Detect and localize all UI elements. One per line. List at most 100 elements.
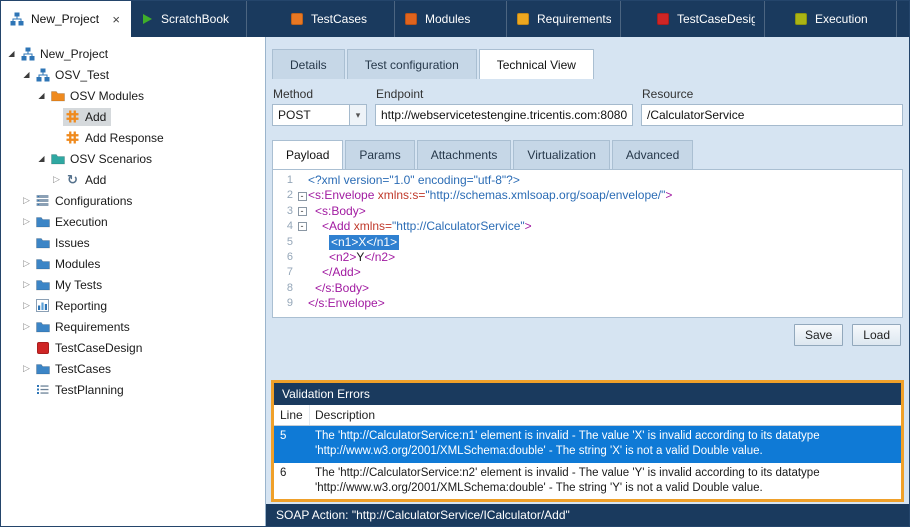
tab-label: ScratchBook [161, 12, 229, 26]
tree-item-requirements[interactable]: ▷ Requirements [1, 316, 265, 337]
tab-technical-view[interactable]: Technical View [479, 49, 594, 79]
tree-item-testcases[interactable]: ▷ TestCases [1, 358, 265, 379]
tree-expander-icon[interactable]: ◢ [35, 91, 48, 100]
tab-payload[interactable]: Payload [272, 140, 343, 169]
tree-expander-icon[interactable]: ▷ [20, 363, 33, 374]
tab-advanced[interactable]: Advanced [612, 140, 693, 169]
tree-item-configurations[interactable]: ▷ Configurations [1, 190, 265, 211]
tree-expander-icon[interactable]: ▷ [20, 216, 33, 227]
code-line[interactable]: 8 </s:Body> [273, 281, 902, 296]
tab-details[interactable]: Details [272, 49, 345, 79]
validation-error-list: 5 The 'http://CalculatorService:n1' elem… [274, 426, 901, 499]
endpoint-input[interactable] [375, 104, 633, 126]
code-line[interactable]: 9 </s:Envelope> [273, 296, 902, 311]
tab-new-project[interactable]: New_Project × [1, 1, 131, 37]
endpoint-label: Endpoint [375, 87, 633, 101]
tree-item-label: New_Project [40, 47, 108, 61]
tree-item-testplanning[interactable]: TestPlanning [1, 379, 265, 400]
save-button[interactable]: Save [794, 324, 843, 346]
code-text: </s:Envelope> [308, 296, 385, 311]
payload-tab-label: Payload [286, 148, 329, 162]
tree-item-label: Reporting [55, 299, 107, 313]
folder-blue-icon [35, 215, 50, 229]
tree-expander-icon[interactable]: ▷ [20, 258, 33, 269]
tree-expander-icon[interactable]: ▷ [20, 279, 33, 290]
tree-item-issues[interactable]: Issues [1, 232, 265, 253]
tab-modules[interactable]: Modules [395, 1, 507, 37]
tree-item-label: TestCaseDesign [55, 341, 142, 355]
tree-item-osv-scenarios[interactable]: ◢ OSV Scenarios [1, 148, 265, 169]
tab-testcases[interactable]: TestCases [281, 1, 395, 37]
fold-collapse-icon[interactable]: - [298, 207, 307, 216]
tree-expander-icon[interactable]: ▷ [20, 195, 33, 206]
tab-attachments[interactable]: Attachments [417, 140, 512, 169]
tab-execution[interactable]: Execution [785, 1, 897, 37]
method-value: POST [278, 108, 311, 122]
tab-params[interactable]: Params [345, 140, 414, 169]
tree-item-label: Modules [55, 257, 100, 271]
tree-item-osv-modules[interactable]: ◢ OSV Modules [1, 85, 265, 106]
tree-expander-icon[interactable]: ◢ [5, 49, 18, 58]
validation-error-row[interactable]: 5 The 'http://CalculatorService:n1' elem… [274, 426, 901, 462]
code-text: </Add> [322, 265, 361, 280]
view-tab-label: Details [290, 58, 327, 72]
resource-input[interactable] [641, 104, 903, 126]
code-line[interactable]: 3 - <s:Body> [273, 204, 902, 219]
tree-item-add[interactable]: ▷ ↻ Add [1, 169, 265, 190]
tab-virtualization[interactable]: Virtualization [513, 140, 609, 169]
code-text: <s:Envelope xmlns:s="http://schemas.xmls… [308, 188, 672, 203]
tree-item-add[interactable]: Add [1, 106, 265, 127]
tab-requirements[interactable]: Requirements [507, 1, 621, 37]
folder-blue-icon [35, 362, 50, 376]
code-line[interactable]: 4 - <Add xmlns="http://CalculatorService… [273, 219, 902, 234]
tree-item-new-project[interactable]: ◢ New_Project [1, 43, 265, 64]
line-number: 3 [273, 204, 293, 219]
tree-expander-icon[interactable]: ◢ [35, 154, 48, 163]
tree-item-osv-test[interactable]: ◢ OSV_Test [1, 64, 265, 85]
configurations-icon [35, 194, 50, 208]
load-button[interactable]: Load [852, 324, 901, 346]
line-number: 9 [273, 296, 293, 311]
code-line[interactable]: 5 <n1>X</n1> [273, 235, 902, 250]
dropdown-arrow-icon[interactable]: ▾ [349, 105, 366, 125]
tree-item-modules[interactable]: ▷ Modules [1, 253, 265, 274]
tree-expander-icon[interactable]: ▷ [50, 174, 63, 185]
tab-close-icon[interactable]: × [110, 13, 122, 26]
line-number: 1 [273, 173, 293, 188]
view-tab-label: Technical View [497, 58, 576, 72]
tree-item-my-tests[interactable]: ▷ My Tests [1, 274, 265, 295]
xml-payload-editor[interactable]: 1 <?xml version="1.0" encoding="utf-8"?>… [272, 169, 903, 318]
request-form: Method POST ▾ Endpoint Resource [272, 87, 903, 126]
tree-item-reporting[interactable]: ▷ Reporting [1, 295, 265, 316]
tree-expander-icon[interactable]: ◢ [20, 70, 33, 79]
code-line[interactable]: 2 - <s:Envelope xmlns:s="http://schemas.… [273, 188, 902, 203]
tree-item-add-response[interactable]: Add Response [1, 127, 265, 148]
tab-test-configuration[interactable]: Test configuration [347, 49, 477, 79]
line-number: 4 [273, 219, 293, 234]
testcasedesign-icon [656, 12, 670, 26]
code-line[interactable]: 6 <n2>Y</n2> [273, 250, 902, 265]
tree-item-testcasedesign[interactable]: TestCaseDesign [1, 337, 265, 358]
fold-collapse-icon[interactable]: - [298, 222, 307, 231]
view-tab-strip: Details Test configuration Technical Vie… [272, 49, 903, 79]
tree-item-label: My Tests [55, 278, 102, 292]
fold-collapse-icon[interactable]: - [298, 192, 307, 201]
tree-item-label: OSV_Test [55, 68, 109, 82]
tree-item-execution[interactable]: ▷ Execution [1, 211, 265, 232]
method-label: Method [272, 87, 367, 101]
folder-blue-icon [35, 236, 50, 250]
validation-error-row[interactable]: 6 The 'http://CalculatorService:n2' elem… [274, 463, 901, 499]
error-line-number: 5 [274, 426, 310, 462]
tree-item-label: Execution [55, 215, 108, 229]
tree-expander-icon[interactable]: ▷ [20, 321, 33, 332]
tab-testcasedesign[interactable]: TestCaseDesign [647, 1, 765, 37]
tab-scratchbook[interactable]: ScratchBook [131, 1, 247, 37]
refresh-icon: ↻ [65, 173, 80, 187]
code-line[interactable]: 1 <?xml version="1.0" encoding="utf-8"?> [273, 173, 902, 188]
tree-expander-icon[interactable]: ▷ [20, 300, 33, 311]
line-number: 7 [273, 265, 293, 280]
code-line[interactable]: 7 </Add> [273, 265, 902, 280]
method-select[interactable]: POST ▾ [272, 104, 367, 126]
tree-item-label: Issues [55, 236, 90, 250]
project-tree-panel: ◢ New_Project ◢ OSV_Test ◢ OSV M [1, 37, 266, 526]
